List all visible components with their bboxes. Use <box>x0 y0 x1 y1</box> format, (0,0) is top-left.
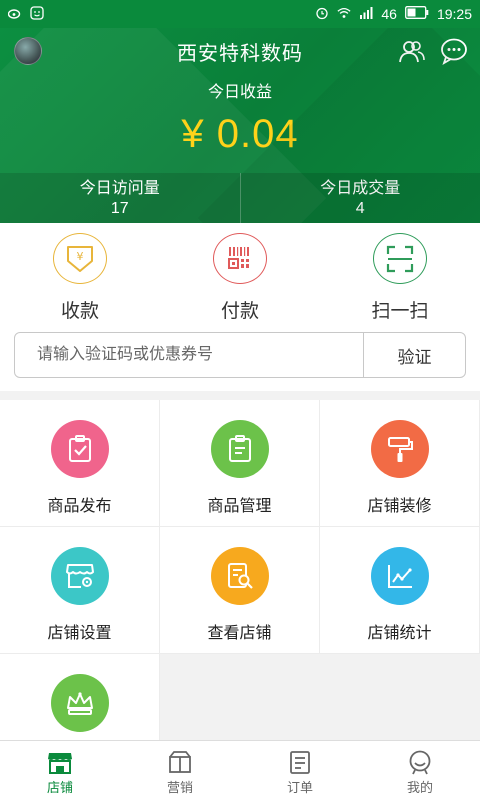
profile-icon <box>409 750 431 775</box>
publish-product-label: 商品发布 <box>47 498 112 515</box>
verify-bar: 验证 <box>14 332 466 378</box>
store-settings-icon <box>50 547 109 605</box>
verification-code-input[interactable] <box>15 333 363 377</box>
bottom-tab-bar: 店铺 营销 订单 我的 <box>0 740 480 800</box>
avatar[interactable] <box>14 37 42 65</box>
scan-label: 扫一扫 <box>371 301 429 322</box>
tab-orders-label: 订单 <box>286 780 313 795</box>
stats-bar: 今日访问量 17 今日成交量 4 <box>0 173 480 223</box>
income-label: 今日收益 <box>207 84 272 101</box>
alarm-icon <box>315 6 329 23</box>
svg-text:¥: ¥ <box>77 250 84 263</box>
tab-marketing[interactable]: 营销 <box>120 741 240 800</box>
shop-settings-label: 店铺设置 <box>47 625 112 642</box>
marketing-icon <box>169 751 191 773</box>
pay-label: 付款 <box>220 301 259 322</box>
verify-button[interactable]: 验证 <box>363 333 465 377</box>
manage-products-label: 商品管理 <box>207 498 272 515</box>
line-chart-icon <box>370 547 429 605</box>
shop-decoration-button[interactable]: 店铺装修 <box>320 400 480 527</box>
view-shop-button[interactable]: 查看店铺 <box>160 527 320 654</box>
cell-signal-icon <box>359 6 373 23</box>
orders-stat[interactable]: 今日成交量 4 <box>239 173 480 223</box>
visits-label: 今日访问量 <box>79 180 160 197</box>
paint-roller-icon <box>370 420 429 478</box>
message-icon[interactable] <box>440 37 468 70</box>
tab-orders[interactable]: 订单 <box>240 741 360 800</box>
signal-label: 46 <box>381 6 397 22</box>
clock-time: 19:25 <box>436 6 472 22</box>
tab-shop[interactable]: 店铺 <box>0 741 120 800</box>
tab-profile[interactable]: 我的 <box>360 741 480 800</box>
receive-payment-button[interactable]: ¥ 收款 <box>0 233 160 323</box>
visits-stat[interactable]: 今日访问量 17 <box>0 173 240 223</box>
quick-actions: ¥ 收款 付款 扫一扫 验证 <box>0 223 480 391</box>
shop-statistics-label: 店铺统计 <box>367 625 432 642</box>
shop-decoration-label: 店铺装修 <box>367 498 432 515</box>
shop-statistics-button[interactable]: 店铺统计 <box>320 527 480 654</box>
document-search-icon <box>210 547 269 605</box>
smiley-icon <box>30 5 44 23</box>
weibo-icon <box>8 6 22 23</box>
shop-settings-button[interactable]: 店铺设置 <box>0 527 160 654</box>
yen-download-icon: ¥ <box>53 233 107 284</box>
view-shop-label: 查看店铺 <box>207 625 272 642</box>
receive-payment-label: 收款 <box>60 301 99 322</box>
publish-product-button[interactable]: 商品发布 <box>0 400 160 527</box>
pay-button[interactable]: 付款 <box>160 233 320 323</box>
battery-icon <box>405 6 429 22</box>
order-icon <box>290 751 310 774</box>
tab-profile-label: 我的 <box>406 780 433 795</box>
crown-icon <box>50 674 109 732</box>
store-title: 西安特科数码 <box>177 42 303 65</box>
shop-icon <box>48 753 72 774</box>
clipboard-list-icon <box>210 420 269 478</box>
scan-icon <box>373 233 427 284</box>
wifi-icon <box>337 6 351 23</box>
store-header: 西安特科数码 今日收益 ¥ 0.04 今日访问量 17 今日成交量 4 <box>0 28 480 223</box>
status-bar: 46 19:25 <box>0 0 480 28</box>
visits-value: 17 <box>110 200 129 217</box>
function-grid: 商品发布 商品管理 店铺装修 店铺设置 查看店铺 店铺统计 <box>0 400 480 781</box>
contacts-icon[interactable] <box>398 37 426 70</box>
orders-label: 今日成交量 <box>320 180 401 197</box>
tab-shop-label: 店铺 <box>46 780 73 795</box>
manage-products-button[interactable]: 商品管理 <box>160 400 320 527</box>
orders-value: 4 <box>355 200 365 217</box>
scan-button[interactable]: 扫一扫 <box>320 233 480 323</box>
clipboard-check-icon <box>50 420 109 478</box>
barcode-icon <box>213 233 267 284</box>
tab-marketing-label: 营销 <box>166 780 193 795</box>
income-value: ¥ 0.04 <box>181 112 299 156</box>
top-bar: 西安特科数码 <box>0 28 480 74</box>
